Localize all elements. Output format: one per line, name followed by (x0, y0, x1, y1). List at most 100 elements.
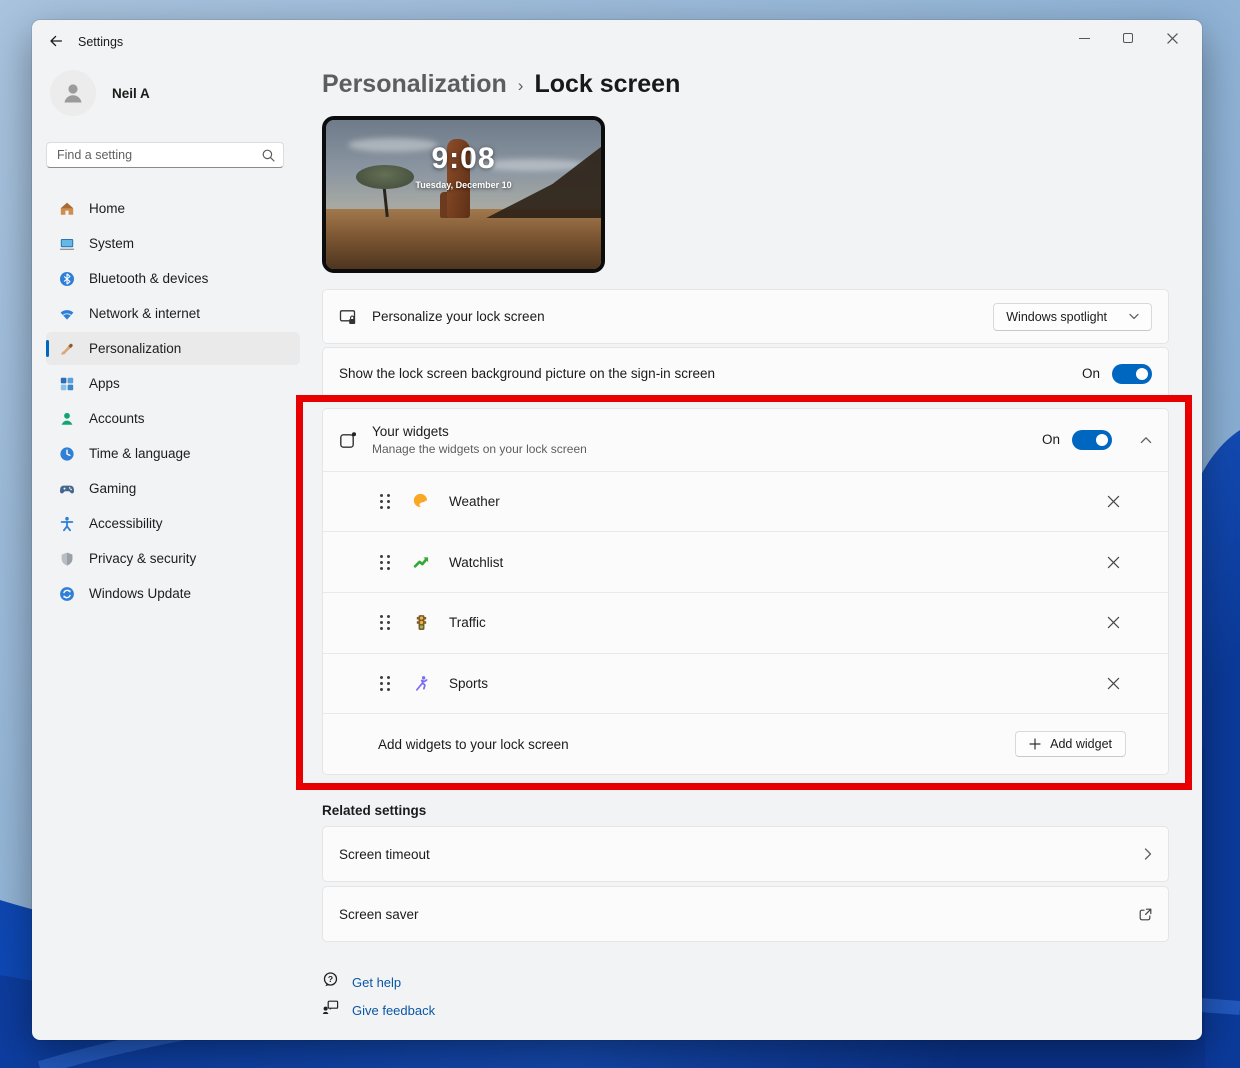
main-content: Personalization › Lock screen 9:08 Tuesd… (322, 20, 1182, 1040)
signin-background-toggle[interactable] (1112, 364, 1152, 384)
sidebar-item-privacy[interactable]: Privacy & security (46, 542, 300, 575)
windows-update-icon (59, 586, 75, 602)
sidebar-item-gaming[interactable]: Gaming (46, 472, 300, 505)
add-widgets-row: Add widgets to your lock screen Add widg… (323, 713, 1168, 774)
close-icon (1107, 495, 1120, 508)
sidebar-item-windows-update[interactable]: Windows Update (46, 577, 300, 610)
setting-label: Screen saver (339, 907, 419, 922)
toggle-state-label: On (1082, 366, 1100, 381)
widgets-subtitle: Manage the widgets on your lock screen (372, 442, 587, 456)
sidebar-item-system[interactable]: System (46, 227, 300, 260)
watchlist-icon (413, 554, 430, 571)
user-profile[interactable]: Neil A (46, 70, 300, 116)
add-widget-button[interactable]: Add widget (1015, 731, 1126, 757)
desktop: Settings (0, 0, 1240, 1068)
preview-time: 9:08 (326, 142, 601, 176)
related-settings-header: Related settings (322, 803, 426, 818)
breadcrumb-parent[interactable]: Personalization (322, 70, 507, 99)
chevron-right-icon (1144, 848, 1152, 860)
dropdown-value: Windows spotlight (1006, 310, 1107, 324)
widget-row-traffic: Traffic (323, 592, 1168, 653)
sidebar-item-label: Gaming (89, 481, 136, 496)
widget-label: Traffic (449, 615, 486, 630)
drag-handle[interactable] (380, 555, 390, 570)
chevron-down-icon (1129, 313, 1139, 320)
breadcrumb-separator-icon: › (518, 76, 524, 96)
add-widget-button-label: Add widget (1050, 737, 1112, 751)
search-input[interactable] (47, 143, 283, 167)
sidebar-item-personalization[interactable]: Personalization (46, 332, 300, 365)
drag-handle[interactable] (380, 676, 390, 691)
close-icon (1107, 677, 1120, 690)
settings-window: Settings (32, 20, 1202, 1040)
collapse-expander-button[interactable] (1140, 436, 1152, 444)
setting-label: Personalize your lock screen (372, 309, 545, 324)
lock-screen-preview: 9:08 Tuesday, December 10 (322, 116, 605, 273)
user-name: Neil A (112, 86, 150, 101)
home-icon (59, 201, 75, 217)
sidebar-item-label: Home (89, 201, 125, 216)
widgets-icon (339, 431, 357, 449)
svg-text:?: ? (328, 974, 333, 984)
personalization-icon (59, 341, 75, 357)
chevron-up-icon (1140, 436, 1152, 444)
close-icon (1107, 616, 1120, 629)
widget-label: Weather (449, 494, 500, 509)
drag-handle[interactable] (380, 494, 390, 509)
widget-label: Watchlist (449, 555, 503, 570)
widgets-toggle[interactable] (1072, 430, 1112, 450)
person-icon (60, 80, 86, 106)
sidebar-item-accounts[interactable]: Accounts (46, 402, 300, 435)
sidebar-item-label: Privacy & security (89, 551, 196, 566)
sidebar-item-network[interactable]: Network & internet (46, 297, 300, 330)
sidebar-item-label: System (89, 236, 134, 251)
close-icon (1107, 556, 1120, 569)
remove-widget-button[interactable] (1098, 547, 1128, 577)
avatar (50, 70, 96, 116)
signin-background-card: Show the lock screen background picture … (322, 347, 1169, 400)
external-link-icon (1139, 908, 1152, 921)
screen-timeout-card[interactable]: Screen timeout (322, 826, 1169, 882)
sidebar-item-label: Apps (89, 376, 120, 391)
get-help-link[interactable]: ? Get help (322, 971, 401, 993)
widget-label: Sports (449, 676, 488, 691)
toggle-state-label: On (1042, 432, 1060, 447)
screen-saver-card[interactable]: Screen saver (322, 886, 1169, 942)
sidebar-item-home[interactable]: Home (46, 192, 300, 225)
privacy-icon (59, 551, 75, 567)
widget-row-weather: Weather (323, 471, 1168, 532)
remove-widget-button[interactable] (1098, 608, 1128, 638)
gaming-icon (59, 481, 75, 497)
time-language-icon (59, 446, 75, 462)
sports-icon (413, 675, 430, 692)
personalize-dropdown[interactable]: Windows spotlight (993, 303, 1152, 331)
sidebar-item-bluetooth[interactable]: Bluetooth & devices (46, 262, 300, 295)
weather-icon (413, 493, 430, 510)
traffic-icon (413, 614, 430, 631)
accessibility-icon (59, 516, 75, 532)
personalize-lock-screen-card: Personalize your lock screen Windows spo… (322, 289, 1169, 344)
your-widgets-header: Your widgets Manage the widgets on your … (323, 409, 1168, 471)
sidebar-item-time-language[interactable]: Time & language (46, 437, 300, 470)
get-help-label: Get help (352, 975, 401, 990)
back-arrow-icon (48, 33, 64, 49)
remove-widget-button[interactable] (1098, 669, 1128, 699)
give-feedback-link[interactable]: Give feedback (322, 999, 435, 1021)
widget-row-sports: Sports (323, 653, 1168, 714)
back-button[interactable] (44, 29, 68, 53)
sidebar-item-apps[interactable]: Apps (46, 367, 300, 400)
remove-widget-button[interactable] (1098, 486, 1128, 516)
sidebar-item-label: Personalization (89, 341, 181, 356)
sidebar-item-label: Time & language (89, 446, 191, 461)
drag-handle[interactable] (380, 615, 390, 630)
your-widgets-card: Your widgets Manage the widgets on your … (322, 408, 1169, 775)
sidebar-item-label: Accounts (89, 411, 145, 426)
setting-label: Screen timeout (339, 847, 430, 862)
sidebar-item-label: Windows Update (89, 586, 191, 601)
add-widgets-label: Add widgets to your lock screen (378, 737, 569, 752)
sidebar: Neil A Home (46, 70, 300, 610)
preview-date: Tuesday, December 10 (326, 180, 601, 190)
sidebar-item-label: Bluetooth & devices (89, 271, 208, 286)
widget-row-watchlist: Watchlist (323, 531, 1168, 592)
sidebar-item-accessibility[interactable]: Accessibility (46, 507, 300, 540)
